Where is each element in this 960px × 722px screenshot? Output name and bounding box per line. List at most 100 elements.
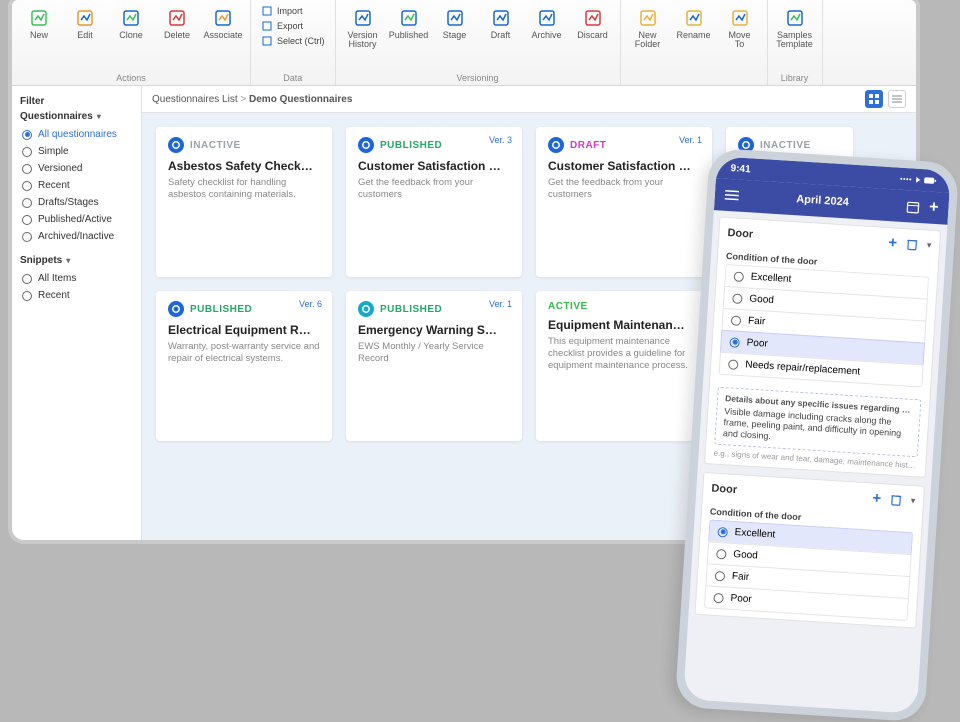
radio-icon: [22, 274, 32, 284]
edit-icon: [74, 7, 96, 29]
version-history-button[interactable]: Version History: [342, 4, 384, 52]
card-description: Get the feedback from your customers: [358, 177, 510, 201]
ribbon-group-folder: New FolderRenameMove To: [621, 0, 768, 85]
export-icon: [261, 20, 273, 32]
filter-sidebar: Filter Questionnaires▾ All questionnaire…: [12, 86, 142, 540]
delete-icon: [166, 7, 188, 29]
phone-screen: 9:41 April 2024 + Door +: [683, 156, 951, 714]
delete-icon[interactable]: [907, 238, 918, 251]
status-text: ACTIVE: [548, 301, 588, 312]
filter-item[interactable]: Recent: [16, 177, 137, 194]
radio-icon: [728, 359, 739, 370]
delete-button[interactable]: Delete: [156, 4, 198, 43]
ribbon-group-versioning: Version HistoryPublishedStageDraftArchiv…: [336, 0, 621, 85]
discard-button[interactable]: Discard: [572, 4, 614, 52]
discard-icon: [582, 7, 604, 29]
card-title: Customer Satisfaction …: [358, 159, 510, 173]
breadcrumb[interactable]: Questionnaires List > Demo Questionnaire…: [152, 94, 352, 105]
clone-icon: [120, 7, 142, 29]
rename-button[interactable]: Rename: [673, 4, 715, 52]
chevron-down-icon[interactable]: ▾: [911, 496, 916, 505]
card-description: Get the feedback from your customers: [548, 177, 700, 201]
card-description: This equipment maintenance checklist pro…: [548, 336, 700, 372]
add-icon[interactable]: +: [888, 234, 898, 252]
snippet-item[interactable]: All Items: [16, 270, 137, 287]
add-icon[interactable]: +: [929, 203, 939, 214]
new-folder-button[interactable]: New Folder: [627, 4, 669, 52]
filter-item[interactable]: Published/Active: [16, 211, 137, 228]
radio-icon: [22, 164, 32, 174]
associate-button[interactable]: Associate: [202, 4, 244, 43]
questionnaire-card[interactable]: Ver. 1 DRAFT Customer Satisfaction … Get…: [536, 127, 712, 277]
form-section: Door + ▾ Condition of the door Excellent…: [694, 472, 925, 629]
add-icon[interactable]: +: [872, 490, 882, 508]
status-icon: [358, 137, 374, 153]
status-text: PUBLISHED: [380, 140, 442, 151]
filter-item[interactable]: All questionnaires: [16, 126, 137, 143]
snippet-item[interactable]: Recent: [16, 287, 137, 304]
card-title: Asbestos Safety Check…: [168, 159, 320, 173]
archive-button[interactable]: Archive: [526, 4, 568, 52]
filter-item[interactable]: Drafts/Stages: [16, 194, 137, 211]
status-text: INACTIVE: [190, 140, 241, 151]
status-icon: [548, 137, 564, 153]
clone-button[interactable]: Clone: [110, 4, 152, 43]
radio-icon: [22, 181, 32, 191]
ribbon-group-data: ImportExportSelect (Ctrl) Data: [251, 0, 336, 85]
filter-item[interactable]: Versioned: [16, 160, 137, 177]
radio-icon: [22, 232, 32, 242]
grid-view-button[interactable]: [865, 90, 883, 108]
radio-icon: [22, 215, 32, 225]
stage-button[interactable]: Stage: [434, 4, 476, 52]
sidebar-questionnaires-heading[interactable]: Questionnaires▾: [20, 111, 133, 122]
card-description: Safety checklist for handling asbestos c…: [168, 177, 320, 201]
edit-button[interactable]: Edit: [64, 4, 106, 43]
radio-icon: [732, 293, 743, 304]
radio-icon: [22, 198, 32, 208]
details-textarea[interactable]: Details about any specific issues regard…: [714, 387, 921, 458]
delete-icon[interactable]: [891, 493, 902, 506]
questionnaire-card[interactable]: ACTIVE Equipment Maintenan… This equipme…: [536, 291, 712, 441]
section-title: Door: [727, 226, 753, 240]
associate-icon: [212, 7, 234, 29]
phone-mockup: 9:41 April 2024 + Door +: [675, 148, 960, 722]
new-button[interactable]: New: [18, 4, 60, 43]
sidebar-snippets-heading[interactable]: Snippets▾: [20, 255, 133, 266]
list-view-button[interactable]: [888, 90, 906, 108]
status-icon: [358, 301, 374, 317]
version-badge: Ver. 1: [679, 135, 702, 145]
section-title: Door: [711, 482, 737, 496]
radio-icon: [729, 337, 740, 348]
questionnaire-card[interactable]: Ver. 3 PUBLISHED Customer Satisfaction ……: [346, 127, 522, 277]
radio-icon: [22, 147, 32, 157]
status-text: INACTIVE: [760, 140, 811, 151]
questionnaire-card[interactable]: Ver. 1 PUBLISHED Emergency Warning S… EW…: [346, 291, 522, 441]
calendar-icon[interactable]: [906, 200, 920, 214]
chevron-down-icon: ▾: [66, 256, 70, 265]
questionnaire-card[interactable]: Ver. 6 PUBLISHED Electrical Equipment R……: [156, 291, 332, 441]
filter-item[interactable]: Archived/Inactive: [16, 228, 137, 245]
samples-template-button[interactable]: Samples Template: [774, 4, 816, 52]
published-button[interactable]: Published: [388, 4, 430, 52]
ribbon-group-actions: NewEditCloneDeleteAssociate Actions: [12, 0, 251, 85]
version-history-icon: [352, 7, 374, 29]
export-button[interactable]: Export: [257, 19, 329, 33]
ribbon-group-label: Versioning: [457, 73, 499, 84]
stage-icon: [444, 7, 466, 29]
radio-icon: [22, 291, 32, 301]
status-icon: [168, 301, 184, 317]
select-button[interactable]: Select (Ctrl): [257, 34, 329, 48]
published-icon: [398, 7, 420, 29]
hamburger-icon[interactable]: [725, 190, 740, 201]
import-button[interactable]: Import: [257, 4, 329, 18]
form-section: Door + ▾ Condition of the door Excellent…: [704, 216, 941, 477]
chevron-down-icon[interactable]: ▾: [927, 241, 932, 250]
ribbon: NewEditCloneDeleteAssociate Actions Impo…: [12, 0, 916, 86]
ribbon-group-label: Data: [283, 73, 302, 84]
status-text: DRAFT: [570, 140, 606, 151]
move-to-button[interactable]: Move To: [719, 4, 761, 52]
draft-button[interactable]: Draft: [480, 4, 522, 52]
questionnaire-card[interactable]: INACTIVE Asbestos Safety Check… Safety c…: [156, 127, 332, 277]
select-icon: [261, 35, 273, 47]
filter-item[interactable]: Simple: [16, 143, 137, 160]
